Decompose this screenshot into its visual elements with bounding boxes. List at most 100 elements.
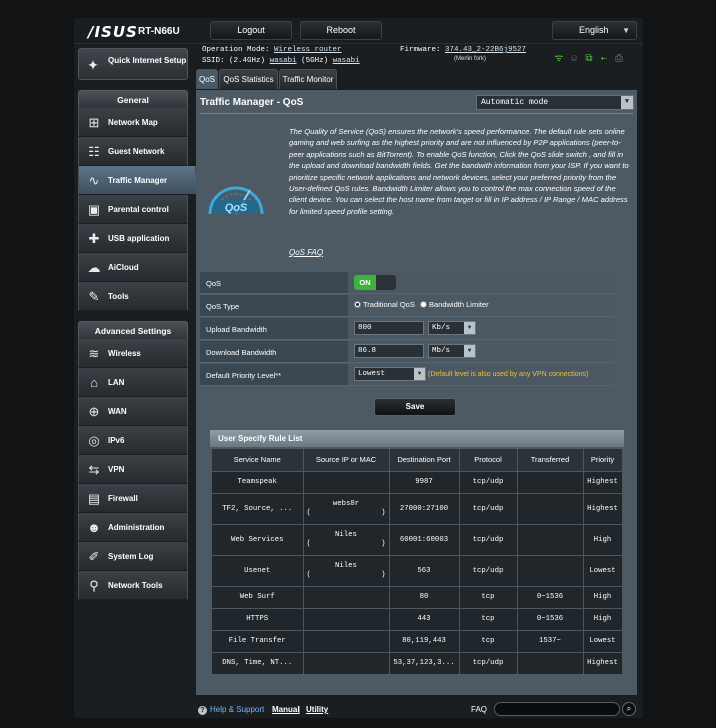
source-address: () [306,539,386,548]
sidebar-item-usb-application[interactable]: ✚ USB application [78,224,188,253]
download-bandwidth-input[interactable]: 86.8 [354,344,424,358]
table-row[interactable]: TF2, Source, ... webs0r() 27000:27100 tcp/u… [212,492,623,524]
download-row: Download Bandwidth 86.8 Mb/s ▼ [200,341,614,363]
language-select[interactable]: English ▼ [552,21,637,40]
cell-service: Teamspeak [212,470,304,493]
tab-qos[interactable]: QoS [196,69,218,89]
table-row[interactable]: HTTPS 443 tcp 0~1536 High [212,607,623,630]
ssid-24-link[interactable]: wasabi [270,57,297,65]
footer-separator: | [298,705,301,714]
qos-faq-link[interactable]: QoS FAQ [289,248,323,257]
help-label: Help & Support [210,705,265,714]
cell-mac [303,585,390,608]
sidebar-item-network-tools[interactable]: ⚲ Network Tools [78,571,188,600]
printer-icon[interactable]: ⎙ [612,53,626,65]
sidebar-item-traffic-manager[interactable]: ∿ Traffic Manager [78,166,201,195]
cell-port: 80,119,443 [389,629,460,652]
cell-priority: Lowest [583,629,623,652]
cell-priority: Highest [583,651,623,674]
cell-service: Web Services [212,523,304,555]
save-button[interactable]: Save [374,398,456,416]
tab-traffic-monitor[interactable]: Traffic Monitor [279,69,337,89]
search-icon: ⚲ [89,578,99,593]
manual-link[interactable]: Manual [272,705,300,714]
help-support-link[interactable]: ? Help & Support [198,705,264,715]
table-row[interactable]: Usenet Niles() 563 tcp/udp Lowest [212,554,623,586]
sidebar-item-tools[interactable]: ✎ Tools [78,282,188,311]
search-icon[interactable]: ⌕ [622,702,636,716]
cell-mac [303,651,390,674]
sidebar-item-lan[interactable]: ⌂ LAN [78,368,188,397]
sidebar-item-administration[interactable]: ☻ Administration [78,513,188,542]
sidebar-item-ipv6[interactable]: ◎ IPv6 [78,426,188,455]
usb-status-icon[interactable]: ⧉ [582,53,596,65]
priority-note: (Default level is also used by any VPN c… [428,371,589,378]
traditional-qos-label: Traditional QoS [363,300,415,309]
rule-list-title: User Specify Rule List [210,430,624,447]
table-row[interactable]: File Transfer 80,119,443 tcp 1537~ Lowest [212,629,623,652]
sidebar-item-vpn[interactable]: ⇆ VPN [78,455,188,484]
chevron-down-icon: ▼ [621,96,633,109]
table-row[interactable]: Teamspeak 9987 tcp/udp Highest [212,470,623,493]
qos-mode-select[interactable]: Automatic mode ▼ [476,95,634,110]
sidebar-item-wireless[interactable]: ≋ Wireless [78,339,188,368]
reboot-button[interactable]: Reboot [300,21,382,40]
sidebar-item-label: Wireless [108,349,141,358]
home-icon: ⌂ [90,375,98,390]
asus-logo: /ISUS [88,23,138,41]
tab-qos-statistics[interactable]: QoS Statistics [219,69,278,89]
upload-unit-select[interactable]: Kb/s ▼ [428,321,476,335]
cell-priority: Highest [583,492,623,524]
faq-search-input[interactable] [494,702,620,716]
download-unit-select[interactable]: Mb/s ▼ [428,344,476,358]
default-priority-select[interactable]: Lowest ▼ [354,367,426,381]
upload-bandwidth-input[interactable]: 800 [354,321,424,335]
radio-traditional-qos[interactable]: Traditional QoS [354,300,415,309]
table-row[interactable]: Web Surf 80 tcp 0~1536 High [212,585,623,608]
cell-mac: webs0r() [303,492,390,524]
sidebar-item-system-log[interactable]: ✐ System Log [78,542,188,571]
sidebar-item-firewall[interactable]: ▤ Firewall [78,484,188,513]
op-mode-link[interactable]: Wireless router [274,46,342,54]
source-host: Niles [335,530,357,539]
quick-internet-setup-button[interactable]: ✦ Quick Internet Setup [78,48,188,80]
general-header: General [78,90,188,108]
sidebar-item-label: Network Tools [108,581,163,590]
sidebar-item-aicloud[interactable]: ☁ AiCloud [78,253,188,282]
qos-toggle[interactable]: ON [354,275,396,290]
globe-icon: ⊕ [88,404,100,419]
wifi-status-icon[interactable]: ᯤ [552,50,566,65]
column-header: Service Name [212,449,304,471]
sidebar-item-network-map[interactable]: ⊞ Network Map [78,108,188,137]
sidebar-item-guest-network[interactable]: ☷ Guest Network [78,137,188,166]
priority-cell: Lowest ▼ (Default level is also used by a… [348,364,614,385]
sidebar-item-label: Parental control [108,205,169,214]
priority-row: Default Priority Level** Lowest ▼ (Defaul… [200,364,614,386]
ssid-label: SSID: [202,57,225,65]
logout-button[interactable]: Logout [210,21,292,40]
rule-table: Service Name Source IP or MAC Destination … [212,449,623,674]
utility-link[interactable]: Utility [306,705,328,714]
firmware-link[interactable]: 374.43_2-22B6j9527 [445,46,526,54]
qos-row: QoS ON [200,272,614,294]
cell-priority: Lowest [583,554,623,586]
usb-plug-icon[interactable]: ⇠ [597,53,611,65]
chevron-down-icon: ▼ [414,368,425,380]
top-bar: /ISUS RT-N66U Logout Reboot English ▼ [74,18,643,44]
sidebar-item-label: Firewall [108,494,138,503]
cell-proto: tcp/udp [459,651,518,674]
users-status-icon[interactable]: ☺ [567,54,581,65]
sidebar-item-wan[interactable]: ⊕ WAN [78,397,188,426]
radio-bandwidth-limiter[interactable]: Bandwidth Limiter [420,300,489,309]
cell-service: HTTPS [212,607,304,630]
sidebar-item-parental-control[interactable]: ▣ Parental control [78,195,188,224]
qos-type-row: QoS Type Traditional QoS Bandwidth Limit… [200,295,614,317]
table-row[interactable]: Web Services Niles() 60001:60003 tcp/udp Hig… [212,523,623,555]
cell-port: 60001:60003 [389,523,460,555]
qos-description: The Quality of Service (QoS) ensures the… [289,127,629,216]
content-panel: Traffic Manager - QoS Automatic mode ▼ Qo… [196,90,637,695]
wifi-icon: ≋ [88,346,100,361]
qos-type-label: QoS Type [206,302,240,311]
table-row[interactable]: DNS, Time, NT... 53,37,123,3... tcp/udp Hig… [212,651,623,674]
ssid-5-link[interactable]: wasabi [333,57,360,65]
